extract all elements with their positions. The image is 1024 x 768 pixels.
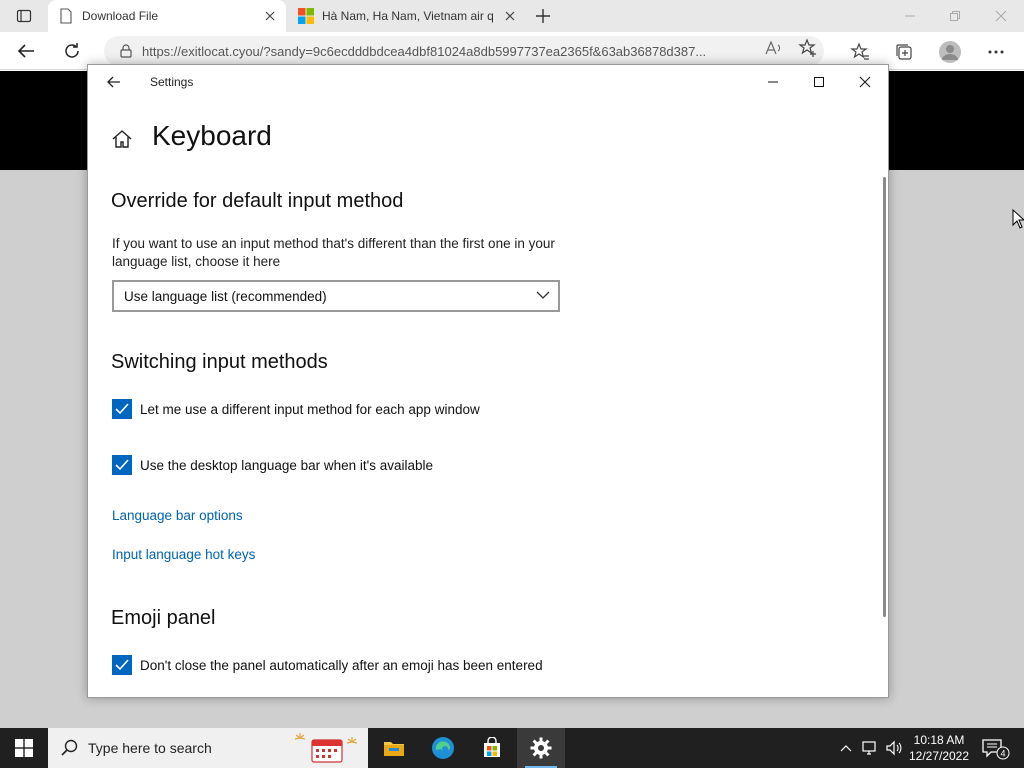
volume-icon[interactable] <box>884 738 904 758</box>
read-aloud-icon[interactable] <box>764 39 784 57</box>
search-placeholder: Type here to search <box>88 740 212 756</box>
back-arrow-icon[interactable] <box>14 40 38 62</box>
chevron-down-icon <box>536 289 550 301</box>
page-title: Keyboard <box>152 120 272 151</box>
settings-gear-icon[interactable] <box>517 728 565 768</box>
language-bar-options-link[interactable]: Language bar options <box>112 508 243 523</box>
search-icon <box>60 738 80 758</box>
input-method-dropdown[interactable]: Use language list (recommended) <box>112 280 560 312</box>
desktop-language-bar-checkbox[interactable]: Use the desktop language bar when it's a… <box>112 455 433 475</box>
clock-date: 12/27/2022 <box>908 749 970 763</box>
chevron-up-icon[interactable] <box>836 738 856 758</box>
checkbox-label: Don't close the panel automatically afte… <box>140 657 543 673</box>
checkbox-label: Let me use a different input method for … <box>140 401 480 417</box>
calendar-fireworks-icon <box>292 732 362 764</box>
taskbar-search-box[interactable]: Type here to search <box>48 728 368 768</box>
dropdown-value: Use language list (recommended) <box>124 288 327 304</box>
clock-time: 10:18 AM <box>913 733 965 747</box>
tab-title: Download File <box>82 9 159 23</box>
url-text[interactable]: https://exitlocat.cyou/?sandy=9c6ecdddbd… <box>142 44 746 59</box>
window-title: Settings <box>150 75 194 89</box>
close-tab-icon[interactable] <box>262 8 278 24</box>
emoji-panel-checkbox[interactable]: Don't close the panel automatically afte… <box>112 655 543 675</box>
page-icon <box>58 8 74 24</box>
edge-browser-icon[interactable] <box>419 728 467 768</box>
profile-avatar-icon[interactable] <box>938 40 962 64</box>
tab-title: Hà Nam, Ha Nam, Vietnam air q <box>322 9 494 23</box>
browser-tab-download-file[interactable]: Download File <box>48 0 286 32</box>
minimize-icon[interactable] <box>762 73 784 91</box>
close-tab-icon[interactable] <box>502 8 518 24</box>
scrollbar[interactable] <box>883 177 886 617</box>
address-bar[interactable]: https://exitlocat.cyou/?sandy=9c6ecdddbd… <box>104 36 824 66</box>
settings-window: Settings Keyboard Override for default i… <box>87 64 889 698</box>
back-arrow-icon[interactable] <box>104 73 124 91</box>
refresh-icon[interactable] <box>60 40 84 62</box>
close-icon[interactable] <box>854 73 876 91</box>
network-icon[interactable] <box>860 738 880 758</box>
checkbox-label: Use the desktop language bar when it's a… <box>140 457 434 473</box>
microsoft-store-icon[interactable] <box>468 728 516 768</box>
favorites-icon[interactable] <box>850 42 870 62</box>
per-app-input-method-checkbox[interactable]: Let me use a different input method for … <box>112 399 480 419</box>
more-menu-icon[interactable] <box>986 42 1006 62</box>
microsoft-logo-icon <box>298 8 314 24</box>
notification-count: 4 <box>1000 749 1005 759</box>
browser-close-icon[interactable] <box>989 6 1013 26</box>
emoji-section-heading: Emoji panel <box>111 607 216 629</box>
windows-start-icon[interactable] <box>0 728 48 768</box>
new-tab-icon[interactable] <box>532 6 554 26</box>
system-clock[interactable]: 10:18 AM 12/27/2022 <box>904 732 974 764</box>
browser-tab-air-quality[interactable]: Hà Nam, Ha Nam, Vietnam air q <box>288 0 526 32</box>
tab-actions-icon[interactable] <box>6 4 42 28</box>
checkmark-icon[interactable] <box>112 455 132 475</box>
browser-tab-bar: Download File Hà Nam, Ha Nam, Vietnam ai… <box>0 0 1024 32</box>
browser-restore-icon[interactable] <box>943 6 967 26</box>
file-explorer-icon[interactable] <box>370 728 418 768</box>
checkmark-icon[interactable] <box>112 655 132 675</box>
home-icon <box>110 127 134 151</box>
lock-icon[interactable] <box>118 43 134 59</box>
collections-icon[interactable] <box>894 42 914 62</box>
maximize-icon[interactable] <box>808 73 830 91</box>
notification-center-icon[interactable]: 4 <box>982 738 1010 760</box>
input-language-hot-keys-link[interactable]: Input language hot keys <box>112 547 255 562</box>
add-favorite-icon[interactable] <box>798 38 818 58</box>
checkmark-icon[interactable] <box>112 399 132 419</box>
taskbar: Type here to search 10:18 AM 12/27/2022 … <box>0 728 1024 768</box>
switching-section-heading: Switching input methods <box>111 351 328 373</box>
mouse-cursor-icon <box>1012 209 1024 229</box>
browser-minimize-icon[interactable] <box>898 6 922 26</box>
override-description: If you want to use an input method that'… <box>112 236 555 269</box>
override-section-heading: Override for default input method <box>111 190 404 212</box>
